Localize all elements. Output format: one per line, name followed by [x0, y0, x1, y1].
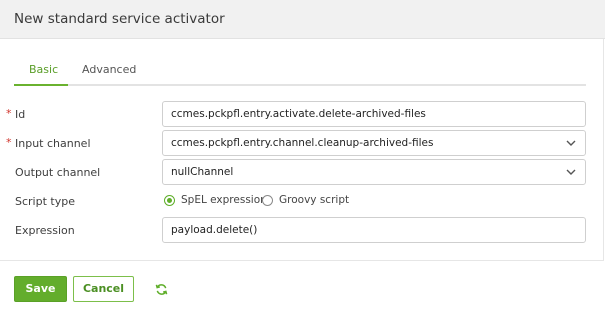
required-marker: *: [6, 107, 12, 120]
spel-expression-label: SpEL expression: [181, 194, 267, 206]
chevron-down-icon[interactable]: [565, 166, 577, 178]
refresh-icon[interactable]: [155, 283, 168, 296]
output-channel-label: Output channel: [15, 166, 101, 179]
input-channel-label: Input channel: [15, 137, 91, 150]
input-channel-select[interactable]: ccmes.pckpfl.entry.channel.cleanup-archi…: [162, 130, 586, 156]
chevron-down-icon[interactable]: [565, 137, 577, 149]
id-label: Id: [15, 108, 26, 121]
expression-label: Expression: [15, 224, 75, 237]
id-input[interactable]: ccmes.pckpfl.entry.activate.delete-archi…: [162, 101, 586, 127]
radio-unchecked-icon: [262, 195, 273, 206]
tab-basic[interactable]: Basic: [29, 63, 58, 76]
required-marker: *: [6, 136, 12, 149]
input-channel-row: * Input channel ccmes.pckpfl.entry.chann…: [0, 130, 604, 156]
cancel-button[interactable]: Cancel: [73, 276, 134, 302]
tab-advanced[interactable]: Advanced: [82, 63, 136, 76]
input-channel-value: ccmes.pckpfl.entry.channel.cleanup-archi…: [171, 137, 434, 149]
script-type-label: Script type: [15, 195, 75, 208]
output-channel-row: Output channel nullChannel: [0, 159, 604, 185]
groovy-script-label: Groovy script: [279, 194, 350, 206]
id-row: * Id ccmes.pckpfl.entry.activate.delete-…: [0, 101, 604, 127]
script-type-row: Script type SpEL expression Groovy scrip…: [0, 188, 604, 214]
expression-input[interactable]: payload.delete(): [162, 217, 586, 243]
output-channel-select[interactable]: nullChannel: [162, 159, 586, 185]
expression-row: Expression payload.delete(): [0, 217, 604, 243]
form-panel: Basic Advanced * Id ccmes.pckpfl.entry.a…: [0, 39, 604, 261]
tab-bar: Basic Advanced: [14, 61, 586, 86]
active-tab-indicator: [14, 84, 68, 86]
radio-checked-icon: [164, 195, 175, 206]
dialog-title: New standard service activator: [14, 11, 225, 27]
dialog-header: New standard service activator: [0, 0, 605, 39]
output-channel-value: nullChannel: [171, 166, 234, 178]
save-button[interactable]: Save: [14, 276, 67, 302]
